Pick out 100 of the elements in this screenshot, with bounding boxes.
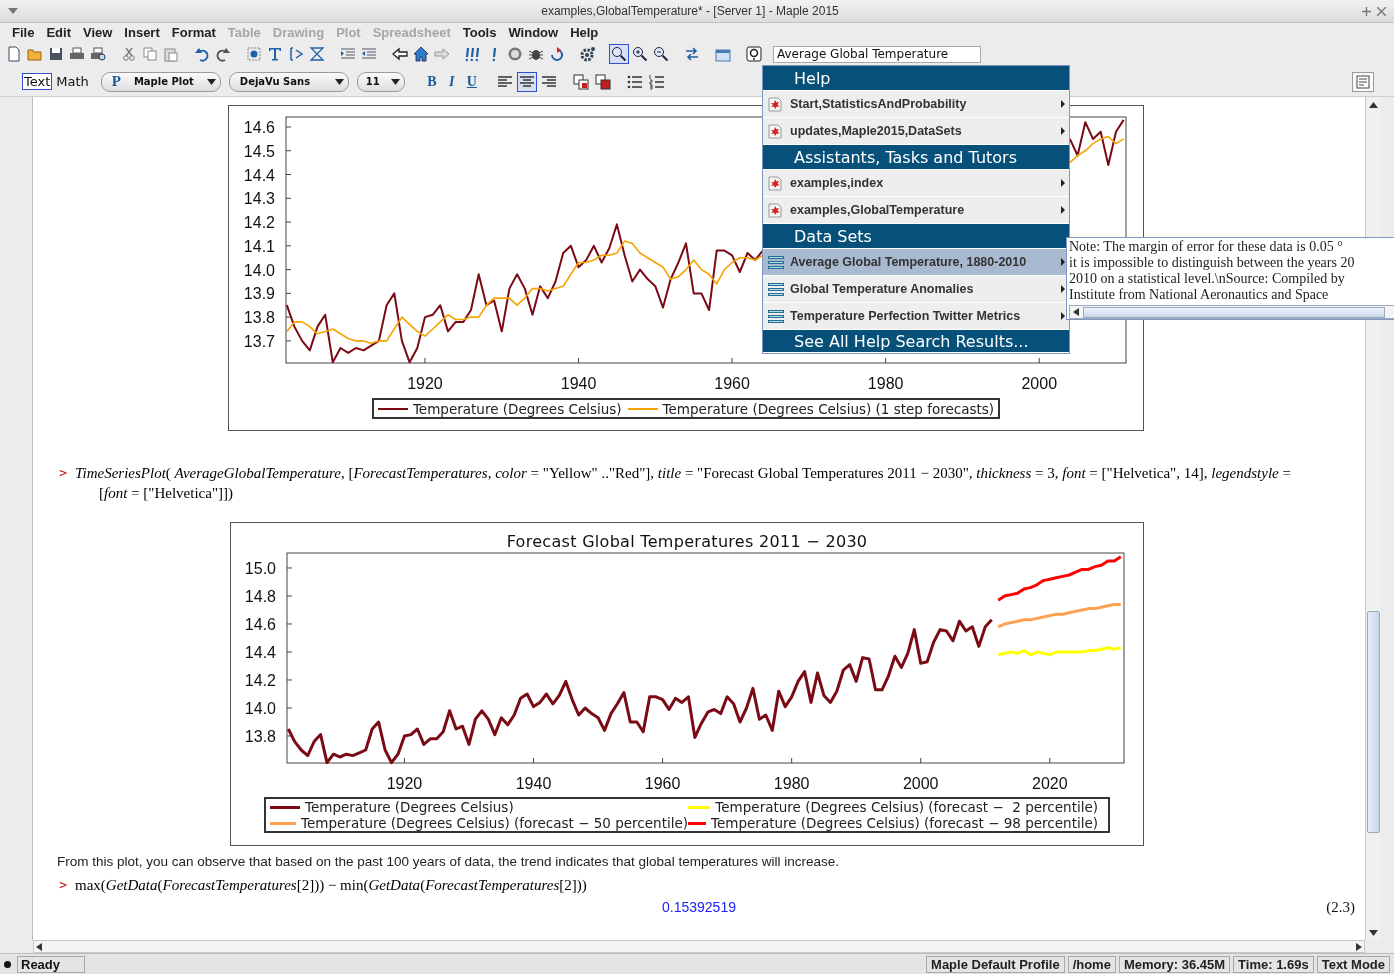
scroll-right-icon[interactable] [1356,942,1362,951]
axis-tick-label: 1940 [515,775,552,792]
font-dropdown[interactable]: DejaVu Sans [228,71,349,92]
close-icon[interactable] [1377,6,1386,16]
legend-label: Temperature (Degrees Celsius) (forecast − 50 percentile) [301,815,688,831]
axis-tick-label: 14.4 [243,166,275,184]
bold-button[interactable]: B [422,71,441,92]
axis-tick-label: 1960 [644,775,681,792]
status-field: Time: 1.69s [1233,955,1314,973]
menu-item[interactable]: Start,StatisticsAndProbability [763,91,1069,118]
legend-label: Temperature (Degrees Celsius) [412,400,622,417]
menu-item[interactable]: Window [502,24,565,40]
menu-item[interactable]: Tools [456,24,503,40]
scroll-up-icon[interactable] [1369,102,1378,108]
scroll-down-icon[interactable] [1369,930,1378,936]
scroll-left-icon[interactable] [1073,308,1079,316]
menu-item[interactable]: examples,index [763,170,1069,197]
status-field: /home [1067,955,1116,973]
menu-item[interactable]: File [6,24,41,40]
tick-mark [920,757,922,764]
tick-mark [285,197,292,199]
legend-label: Temperature (Degrees Celsius) (forecast − 98 percentile) [711,815,1098,831]
tick-mark [1049,757,1051,764]
mode-tab[interactable]: Text [22,73,53,90]
axis-tick-label: 2020 [1032,775,1068,792]
menu-item[interactable]: View [76,24,119,40]
axis-tick-label: 2000 [902,775,939,792]
status-field: Text Mode [1316,955,1390,973]
dataset-icon [767,280,785,298]
menu-section-header: Help [763,66,1069,91]
menu-section-header: Assistants, Tasks and Tutors [763,145,1069,170]
menu-item[interactable]: Format [165,24,222,40]
italic-button[interactable]: I [442,71,461,92]
scroll-thumb[interactable] [1367,611,1380,833]
equation-label: (2.3) [1325,898,1356,916]
submenu-arrow-icon [1061,206,1065,214]
tick-mark [285,126,292,128]
axis-tick-label: 14.6 [243,119,275,136]
vertical-scrollbar[interactable] [1365,97,1381,940]
status-field: Maple Default Profile [926,955,1065,973]
mode-tab[interactable]: Math [54,73,91,90]
tick-mark [286,735,293,737]
axis-tick-label: 13.8 [243,309,275,327]
tick-mark [285,340,292,342]
menu-item[interactable]: Help [564,24,605,40]
menu-item[interactable]: Edit [40,24,77,40]
tick-mark [285,245,292,247]
maximize-icon[interactable] [1362,6,1371,16]
menu-item[interactable]: See All Help Search Results... [763,330,1069,353]
status-field: Memory: 36.45M [1118,955,1231,973]
axis-tick-label: 14.3 [243,190,275,208]
status-dot-icon [4,960,11,968]
axis-tick-label: 1980 [867,375,904,392]
axis-tick-label: 1920 [386,775,423,792]
tick-mark [731,357,733,364]
axis-tick-label: 14.6 [244,616,276,633]
window-title: examples,GlobalTemperature* - [Server 1] - Maple 2015 [540,4,840,18]
horizontal-scrollbar[interactable] [1069,305,1394,319]
tick-mark [285,316,292,318]
legend-label: Temperature (Degrees Celsius) (1 step forecasts) [662,400,995,417]
submenu-arrow-icon [1061,258,1065,266]
help-page-icon [767,201,785,219]
tick-mark [1038,357,1040,364]
axis-tick-label: 14.5 [243,142,275,160]
axis-tick-label: 13.9 [243,285,275,303]
dataset-icon [767,307,785,325]
tick-mark [285,174,292,175]
tick-mark [286,679,293,681]
style-dropdown[interactable]: P Maple Plot [100,71,221,92]
scroll-thumb[interactable] [1083,306,1385,318]
scroll-left-icon[interactable] [36,942,42,951]
legend-label: Temperature (Degrees Celsius) (forecast − 2 percentile) [715,799,1098,815]
tooltip-text: Note: The margin of error for these data is 0.05 ° [1069,239,1344,255]
menu-item[interactable]: Insert [118,24,166,40]
tick-mark [285,221,292,223]
output-value: 0.15392519 [662,899,736,915]
search-field[interactable]: Average Global Temperature [773,45,981,63]
legend-label: Temperature (Degrees Celsius) [305,799,514,815]
menu-item[interactable]: Average Global Temperature, 1880-2010 [763,249,1069,276]
horizontal-scrollbar[interactable] [33,940,1365,953]
axis-tick-label: 14.8 [244,588,276,605]
tick-mark [286,623,293,625]
dataset-icon [767,253,785,271]
underline-button[interactable]: U [462,71,481,92]
tick-mark [286,651,293,653]
size-dropdown[interactable]: 11 [356,71,405,92]
submenu-arrow-icon [1061,100,1065,108]
submenu-arrow-icon [1061,312,1065,320]
tick-mark [285,150,292,152]
math-input[interactable]: TimeSeriesPlot( AverageGlobalTemperature, [ForecastTemperatures, color = "Yellow" .."Red"], title = "Forecast Global Temperatures 2011 − 2030", thickness = 3, font = ["Helvetica", 14], legendstyle = [font = ["Helvetica"]]) [75,463,1314,503]
tick-mark [578,357,580,364]
axis-tick-label: 14.2 [243,214,275,232]
tick-mark [424,357,426,364]
input-prompt: > [58,464,68,482]
window-menu-caret-icon[interactable] [8,8,18,14]
menu-section-header: Data Sets [763,224,1069,249]
math-input[interactable]: max(GetData(ForecastTemperatures[2])) − min(GetData(ForecastTemperatures[2])) [75,875,1314,895]
tick-mark [533,757,534,764]
axis-tick-label: 1920 [407,375,443,392]
axis-tick-label: 14.2 [244,672,276,689]
